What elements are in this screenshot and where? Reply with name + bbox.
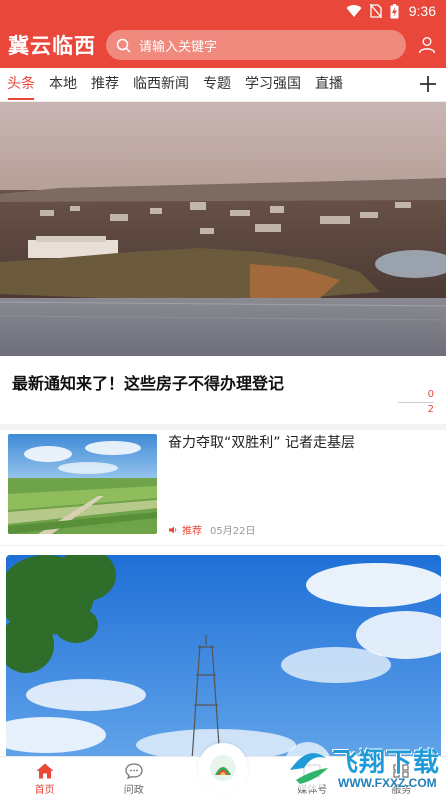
wifi-icon (346, 4, 362, 17)
news-meta: 推荐 05月22日 (168, 522, 255, 537)
status-bar: 9:36 (0, 0, 446, 22)
nav-inquiry[interactable]: 问政 (89, 757, 178, 801)
watermark-text: 飞翔下载 (332, 748, 441, 778)
news-title[interactable]: 奋力夺取“双胜利” 记者走基层 (168, 432, 355, 452)
news-tag: 推荐 (182, 526, 202, 537)
add-tab-icon[interactable] (418, 74, 438, 94)
tab-local[interactable]: 本地 (42, 68, 84, 102)
hero-title[interactable]: 最新通知来了！这些房子不得办理登记 (12, 370, 284, 394)
hero-image[interactable] (0, 102, 446, 356)
video-card[interactable] (6, 555, 441, 760)
home-icon (36, 763, 54, 778)
battery-charging-icon (390, 3, 399, 18)
tab-xuexi[interactable]: 学习强国 (238, 68, 308, 102)
watermark-logo: 飞翔下载 WWW.FXXZ.COM (282, 738, 440, 798)
user-icon[interactable] (416, 34, 438, 56)
search-input[interactable]: 请输入关键字 (106, 30, 407, 60)
nav-center[interactable] (178, 743, 267, 801)
hero-counter-total: 2 (427, 404, 434, 415)
hero-counter-current: 0 (398, 388, 434, 403)
hero-counter: 0 2 (398, 388, 434, 416)
tab-headlines[interactable]: 头条 (0, 68, 42, 102)
nav-inquiry-label: 问政 (123, 784, 144, 796)
watermark-emblem-icon (284, 742, 332, 790)
tab-linxi-news[interactable]: 临西新闻 (126, 68, 196, 102)
category-tabs: 头条 本地 推荐 临西新闻 专题 学习强国 直播 (0, 68, 446, 102)
hero-caption[interactable]: 最新通知来了！这些房子不得办理登记 0 2 (0, 356, 446, 424)
app-title: 冀云临西 (8, 34, 96, 58)
news-date: 05月22日 (210, 526, 256, 537)
tab-topics[interactable]: 专题 (196, 68, 238, 102)
tab-recommend[interactable]: 推荐 (84, 68, 126, 102)
nav-home-label: 首页 (34, 784, 55, 796)
nav-home[interactable]: 首页 (0, 757, 89, 801)
search-icon (116, 38, 131, 53)
no-sim-icon (369, 4, 382, 18)
news-list-item[interactable]: 奋力夺取“双胜利” 记者走基层 推荐 05月22日 (0, 430, 446, 546)
center-logo-icon[interactable] (198, 743, 248, 793)
chat-icon (125, 762, 143, 779)
app-header: 冀云临西 请输入关键字 (0, 22, 446, 68)
speaker-icon (169, 526, 177, 533)
tab-live[interactable]: 直播 (308, 68, 350, 102)
news-thumbnail (8, 434, 157, 534)
watermark-url: WWW.FXXZ.COM (338, 776, 437, 790)
search-placeholder: 请输入关键字 (139, 39, 218, 55)
status-time: 9:36 (408, 3, 436, 19)
